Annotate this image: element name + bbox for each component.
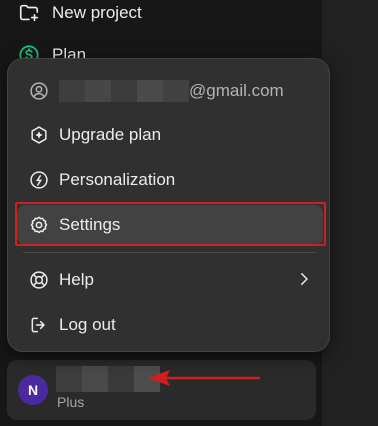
account-email-row: @gmail.com [17, 71, 323, 111]
logout-item[interactable]: Log out [17, 305, 323, 345]
main-area [322, 0, 378, 426]
gear-icon [29, 215, 49, 235]
personalization-item[interactable]: Personalization [17, 160, 323, 200]
personalization-icon [29, 170, 49, 190]
upgrade-plan-label: Upgrade plan [59, 125, 162, 144]
redacted-email-user [59, 80, 189, 102]
redacted-username [56, 366, 160, 392]
red-arrow-annotation [148, 370, 260, 386]
email-suffix: @gmail.com [189, 81, 284, 100]
new-project-label: New project [52, 3, 142, 22]
new-project-item[interactable]: New project [18, 0, 142, 26]
sparkle-hexagon-icon [29, 125, 49, 145]
avatar: N [18, 375, 48, 405]
folder-plus-icon [19, 4, 39, 22]
settings-label: Settings [59, 215, 121, 234]
chevron-right-icon [301, 273, 308, 285]
lifebuoy-icon [29, 270, 49, 290]
help-item[interactable]: Help [17, 260, 323, 300]
user-circle-icon [29, 81, 49, 101]
menu-divider [23, 252, 317, 253]
user-plan-label: Plus [57, 394, 85, 410]
help-label: Help [59, 270, 94, 289]
logout-icon [29, 315, 49, 335]
account-menu: @gmail.com Upgrade plan Personalization … [7, 58, 330, 352]
personalization-label: Personalization [59, 170, 176, 189]
upgrade-plan-item[interactable]: Upgrade plan [17, 115, 323, 155]
logout-label: Log out [59, 315, 116, 334]
settings-item[interactable]: Settings [17, 205, 323, 245]
